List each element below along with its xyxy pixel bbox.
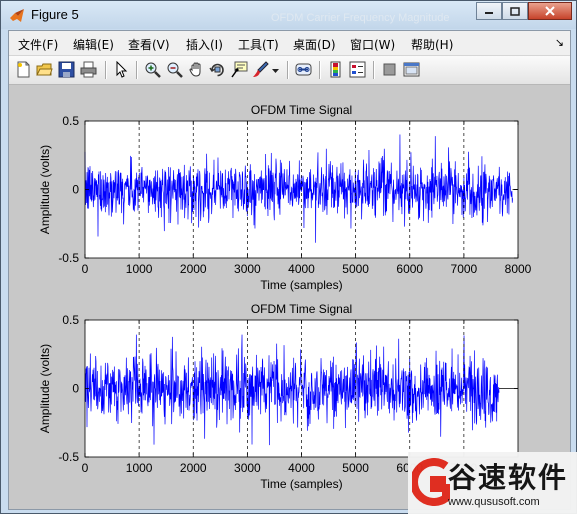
y-tick-label: 0.5: [62, 114, 79, 128]
toolbar-separator: [373, 61, 375, 79]
chart-title: OFDM Time Signal: [251, 302, 352, 316]
menu-view[interactable]: 查看(V): [128, 36, 170, 53]
watermark-chinese-text: 谷速软件: [448, 461, 569, 494]
hide-plot-tools-icon[interactable]: [381, 61, 398, 78]
x-tick-label: 8000: [505, 262, 532, 276]
y-tick-label: 0: [72, 382, 79, 396]
plots-svg: 0 1000 2000 3000 4000 5000 6000 7000 80000.50-0.…: [38, 103, 532, 491]
x-tick-label: 4000: [288, 461, 315, 475]
menu-insert[interactable]: 插入(I): [186, 36, 223, 53]
x-tick-label: 6000: [396, 262, 423, 276]
axes-1: 0 1000 2000 3000 4000 5000 6000 7000 80000.50-0.…: [38, 103, 532, 292]
figure-window: Figure 5 OFDM Carrier Frequency Magnitud…: [0, 0, 577, 514]
figure-canvas: 0 1000 2000 3000 4000 5000 6000 7000 8000 0.5 0 -0.…: [9, 85, 570, 509]
close-icon: [545, 6, 555, 16]
y-tick-label: 0.5: [62, 313, 79, 327]
y-tick-label: 0: [72, 183, 79, 197]
x-tick-label: 3000: [234, 262, 261, 276]
x-tick-label: 5000: [342, 461, 369, 475]
maximize-button[interactable]: [502, 2, 528, 20]
legend-icon[interactable]: [349, 61, 366, 78]
window-title: Figure 5: [31, 7, 79, 22]
x-tick-label: 0: [82, 262, 89, 276]
minimize-button[interactable]: [476, 2, 502, 20]
maximize-icon: [510, 6, 520, 16]
open-file-icon[interactable]: [36, 61, 53, 78]
new-figure-icon[interactable]: [15, 61, 32, 78]
link-plot-icon[interactable]: [295, 61, 312, 78]
x-tick-label: 5000: [342, 262, 369, 276]
menu-window[interactable]: 窗口(W): [350, 36, 395, 53]
x-tick-label: 2000: [180, 262, 207, 276]
watermark-url: www.qususoft.com: [448, 496, 540, 508]
zoom-out-icon[interactable]: [166, 61, 183, 78]
chart-title: OFDM Time Signal: [251, 103, 352, 117]
x-tick-label: 2000: [180, 461, 207, 475]
y-tick-label: -0.5: [58, 450, 79, 464]
watermark: 谷速软件 www.qususoft.com: [408, 452, 577, 514]
show-plot-tools-icon[interactable]: [403, 61, 420, 78]
colorbar-icon[interactable]: [327, 61, 344, 78]
watermark-logo-icon: [412, 458, 450, 506]
x-tick-label: 1000: [126, 461, 153, 475]
x-tick-label: 1000: [126, 262, 153, 276]
menu-file[interactable]: 文件(F): [18, 36, 58, 53]
pan-hand-icon[interactable]: [188, 61, 205, 78]
menu-desktop[interactable]: 桌面(D): [293, 36, 336, 53]
toolbar-separator: [287, 61, 289, 79]
zoom-in-icon[interactable]: [144, 61, 161, 78]
close-button[interactable]: [528, 2, 572, 20]
toolbar-separator: [319, 61, 321, 79]
dock-arrow-icon[interactable]: ↘: [555, 36, 564, 49]
matlab-logo-icon: [10, 9, 24, 22]
y-tick-label: -0.5: [58, 251, 79, 265]
save-icon[interactable]: [58, 61, 75, 78]
menu-tools[interactable]: 工具(T): [238, 36, 279, 53]
brush-icon[interactable]: [252, 61, 269, 78]
menu-help[interactable]: 帮助(H): [411, 36, 453, 53]
toolbar-separator: [136, 61, 138, 79]
brush-dropdown-icon[interactable]: [271, 61, 280, 78]
y-axis-label: Amplitude (volts): [38, 344, 52, 433]
menu-edit[interactable]: 编辑(E): [73, 36, 114, 53]
toolbar-separator: [105, 61, 107, 79]
figure-frame: 文件(F) 编辑(E) 查看(V) 插入(I) 工具(T) 桌面(D) 窗口(W…: [8, 30, 571, 510]
background-window-title: OFDM Carrier Frequency Magnitude: [271, 12, 450, 24]
x-axis-label: Time (samples): [260, 278, 342, 292]
rotate-3d-icon[interactable]: [209, 61, 226, 78]
title-bar[interactable]: Figure 5 OFDM Carrier Frequency Magnitud…: [1, 1, 576, 29]
x-tick-label: 0: [82, 461, 89, 475]
minimize-icon: [485, 12, 493, 14]
x-tick-label: 4000: [288, 262, 315, 276]
x-tick-label: 7000: [451, 262, 478, 276]
x-tick-label: 3000: [234, 461, 261, 475]
window-controls: [476, 2, 572, 21]
y-axis-label: Amplitude (volts): [38, 145, 52, 234]
figure-toolbar: [9, 55, 570, 85]
data-cursor-icon[interactable]: [231, 61, 248, 78]
edit-plot-arrow-icon[interactable]: [113, 61, 130, 78]
menu-bar: 文件(F) 编辑(E) 查看(V) 插入(I) 工具(T) 桌面(D) 窗口(W…: [9, 31, 570, 55]
x-axis-label: Time (samples): [260, 477, 342, 491]
print-icon[interactable]: [80, 61, 97, 78]
